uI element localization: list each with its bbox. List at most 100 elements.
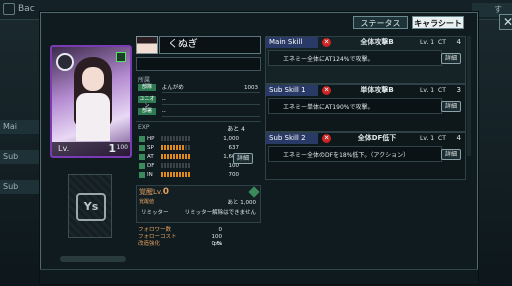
skill-main: Main Skill ✕ 全体攻撃B Lv. 1 CT 4 エネミー全体にAT1…: [265, 36, 466, 84]
exp-remaining: あと 4: [227, 124, 245, 133]
follow-label: フォロワー数: [138, 227, 172, 233]
skill-ct-label: CT: [438, 87, 446, 94]
stat-gauge-segment: [182, 136, 184, 141]
affiliation-value: --: [161, 109, 166, 115]
scrollbar[interactable]: [467, 36, 471, 156]
skill-detail-button[interactable]: 詳細: [441, 101, 461, 112]
stat-gauge-segment: [170, 163, 172, 168]
tab-chara-sheet[interactable]: キャラシート: [412, 16, 464, 29]
stats-detail-button[interactable]: 詳細: [233, 153, 253, 164]
skill-description-box: エネミー全体のDFを18%低下。（アクション）: [268, 146, 442, 162]
info-icon[interactable]: [248, 186, 260, 198]
stat-gauge-segment: [188, 145, 190, 150]
stat-gauge-segment: [188, 163, 190, 168]
stat-gauge-segment: [167, 145, 169, 150]
stat-icon: [139, 135, 145, 142]
stat-gauge-segment: [176, 154, 178, 159]
close-button[interactable]: ✕: [499, 14, 512, 30]
skill-description: エネミー全体のDFを18%低下。（アクション）: [283, 152, 410, 159]
skill-ct-value: 4: [456, 134, 461, 142]
stat-gauge-segment: [188, 136, 190, 141]
stat-icon: [139, 144, 145, 151]
affiliation-value: --: [161, 97, 166, 103]
stat-gauge: [161, 136, 191, 141]
stat-gauge-segment: [185, 163, 187, 168]
stat-gauge-segment: [161, 136, 163, 141]
stat-gauge-segment: [161, 145, 163, 150]
stat-gauge-segment: [179, 172, 181, 177]
stat-gauge-segment: [170, 172, 172, 177]
skill-level-value: 1: [430, 39, 435, 46]
affiliation-row: ユニオン --: [138, 96, 260, 109]
exp-remaining-label: あと: [227, 126, 240, 133]
stat-gauge-segment: [176, 163, 178, 168]
stat-gauge-segment: [188, 172, 190, 177]
follow-label: 改造強化: [138, 241, 161, 247]
character-card[interactable]: Lv. 1 100: [50, 45, 132, 158]
stat-gauge-segment: [170, 136, 172, 141]
skill-level-label: Lv.: [420, 39, 429, 46]
affiliation-row: 部隊 よんがめ 1003: [138, 84, 260, 93]
skill-level-value: 1: [430, 87, 435, 94]
skill-description: エネミー全体にAT124%で攻撃。: [283, 56, 374, 63]
card-level-label: Lv.: [58, 144, 70, 153]
follow-value: 0: [218, 227, 223, 233]
follow-value-num: 0: [211, 241, 216, 247]
skill-detail-button[interactable]: 詳細: [441, 53, 461, 64]
stat-gauge: [161, 154, 191, 159]
skill-detail-button[interactable]: 詳細: [441, 149, 461, 160]
character-portrait-body: [76, 93, 110, 141]
exp-remaining-value: 4: [241, 126, 245, 133]
background-back-label: Bac: [18, 4, 35, 14]
skill-name: 単体攻撃B: [360, 86, 394, 94]
attribute-cross-icon: ✕: [322, 134, 331, 143]
skill-level-label: Lv.: [420, 135, 429, 142]
skill-ct-label: CT: [438, 135, 446, 142]
limiter-label: リミッター: [141, 210, 169, 216]
stat-gauge-segment: [173, 163, 175, 168]
divider: [60, 256, 126, 262]
equipment-slot[interactable]: Ys: [68, 174, 112, 238]
stat-row-at: AT 1,600: [139, 153, 239, 161]
stat-gauge-segment: [179, 145, 181, 150]
stat-gauge-segment: [164, 154, 166, 159]
skill-description-box: エネミー全体にAT124%で攻撃。: [268, 50, 442, 66]
skill-header: Sub Skill 2: [266, 133, 318, 144]
stat-gauge-segment: [179, 154, 181, 159]
stat-gauge-segment: [161, 163, 163, 168]
background-back-button: Bac: [3, 3, 35, 15]
follower-count-row: フォロワー数 0: [138, 227, 260, 234]
skill-sub-1: Sub Skill 1 ✕ 単体攻撃B Lv. 1 CT 3 エネミー単体にAT…: [265, 84, 466, 132]
stat-gauge-segment: [179, 136, 181, 141]
follow-value-unit: %: [216, 241, 222, 247]
stat-icon: [139, 171, 145, 178]
awaken-panel: 覚醒Lv.0 覚醒値 あと 1,000 リミッター リミッター解除はできません: [136, 185, 261, 223]
skill-sub-2: Sub Skill 2 ✕ 全体DF低下 Lv. 1 CT 4 エネミー全体のD…: [265, 132, 466, 180]
card-level-max: 100: [116, 144, 128, 151]
background-side-list: Mai Sub Sub: [0, 120, 42, 210]
skill-level: Lv. 1: [420, 37, 434, 48]
stat-gauge-segment: [167, 163, 169, 168]
stat-gauge-segment: [161, 154, 163, 159]
awaken-remaining: あと 1,000: [227, 200, 257, 206]
attribute-cross-icon: ✕: [322, 86, 331, 95]
vs-emblem-icon: Ys: [76, 193, 106, 221]
stat-gauge-segment: [182, 172, 184, 177]
stat-icon: [139, 153, 145, 160]
skill-header: Sub Skill 1: [266, 85, 318, 96]
background-side-item: Sub: [0, 150, 42, 164]
skill-ct-value: 4: [456, 38, 461, 46]
stat-name: DF: [147, 163, 155, 169]
divider: [162, 104, 260, 105]
tab-status[interactable]: ステータス: [353, 16, 408, 29]
stat-row-df: DF 100: [139, 162, 239, 170]
stat-gauge-segment: [167, 154, 169, 159]
skill-header: Main Skill: [266, 37, 318, 48]
stat-gauge-segment: [173, 172, 175, 177]
attribute-cross-icon: ✕: [322, 38, 331, 47]
background-side-item: Sub: [0, 180, 42, 194]
stat-gauge-segment: [170, 154, 172, 159]
stat-icon: [139, 162, 145, 169]
card-level-value: 1: [108, 142, 116, 155]
stat-gauge-segment: [185, 154, 187, 159]
